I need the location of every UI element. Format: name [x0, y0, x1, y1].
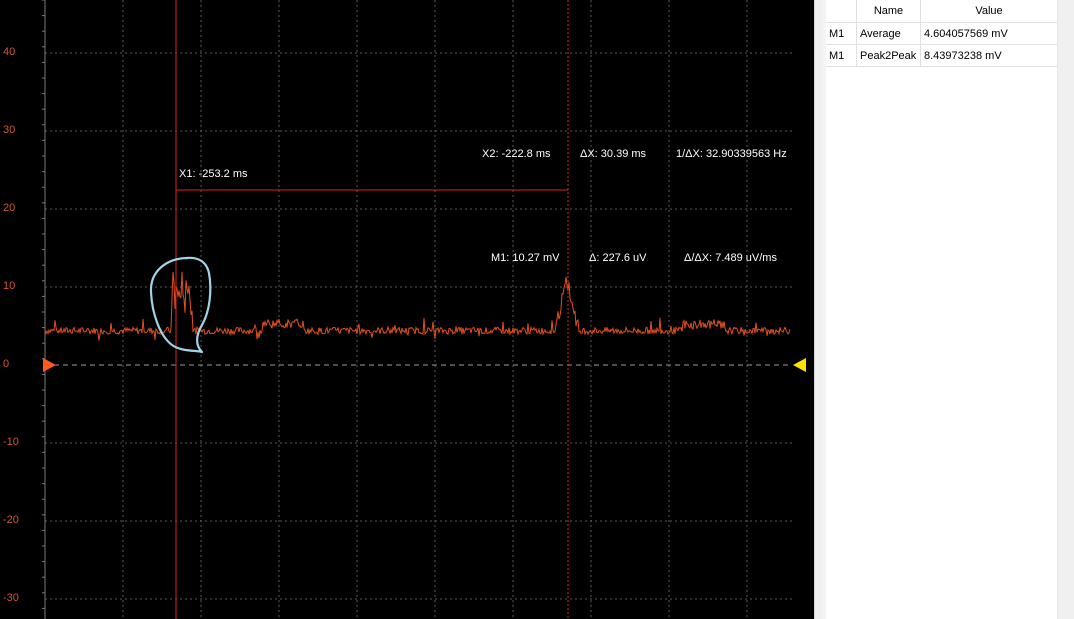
y-axis-label-40: 40 — [3, 46, 16, 58]
y-axis-label-minus-10: -10 — [3, 436, 19, 448]
cell-value: 8.43973238 mV — [920, 44, 1058, 67]
cell-name: Peak2Peak — [856, 44, 921, 67]
column-header-source[interactable] — [826, 0, 857, 23]
column-header-name[interactable]: Name — [856, 0, 921, 23]
marker-m1-readout: M1: 10.27 mV — [491, 252, 560, 264]
measurements-table: Name Value M1 Average 4.604057569 mV M1 … — [826, 0, 1058, 67]
measurements-panel: Name Value M1 Average 4.604057569 mV M1 … — [822, 0, 1074, 619]
row-header-column — [822, 0, 826, 619]
delta-x-readout: ΔX: 30.39 ms — [580, 148, 647, 160]
y-axis-label-minus-20: -20 — [3, 514, 19, 526]
signal-trace — [44, 271, 791, 341]
y-axis-label-30: 30 — [3, 124, 16, 136]
vertical-scrollbar[interactable] — [1057, 0, 1074, 619]
cell-source: M1 — [826, 22, 857, 45]
y-axis-label-minus-30: -30 — [3, 592, 19, 604]
oscilloscope-display[interactable]: 40 30 20 10 0 -10 -20 -30 X1: -253.2 ms … — [0, 0, 814, 619]
waveform-plot[interactable] — [0, 0, 814, 619]
y-axis-label-20: 20 — [3, 202, 16, 214]
table-row[interactable]: M1 Peak2Peak 8.43973238 mV — [826, 44, 1058, 67]
y-axis-label-0: 0 — [3, 358, 10, 370]
cell-name: Average — [856, 22, 921, 45]
cursor-x2-readout: X2: -222.8 ms — [482, 148, 551, 160]
column-header-value[interactable]: Value — [920, 0, 1058, 23]
y-axis-label-10: 10 — [3, 280, 16, 292]
level-marker-left-icon — [43, 358, 56, 372]
table-row[interactable]: M1 Average 4.604057569 mV — [826, 22, 1058, 45]
level-marker-right-icon — [793, 358, 806, 372]
cursor-x1-readout: X1: -253.2 ms — [179, 168, 248, 180]
cell-source: M1 — [826, 44, 857, 67]
delta-y-readout: Δ: 227.6 uV — [589, 252, 647, 264]
cell-value: 4.604057569 mV — [920, 22, 1058, 45]
table-header-row: Name Value — [826, 0, 1058, 23]
inverse-delta-x-readout: 1/ΔX: 32.90339563 Hz — [676, 148, 787, 160]
slope-readout: Δ/ΔX: 7.489 uV/ms — [684, 252, 777, 264]
